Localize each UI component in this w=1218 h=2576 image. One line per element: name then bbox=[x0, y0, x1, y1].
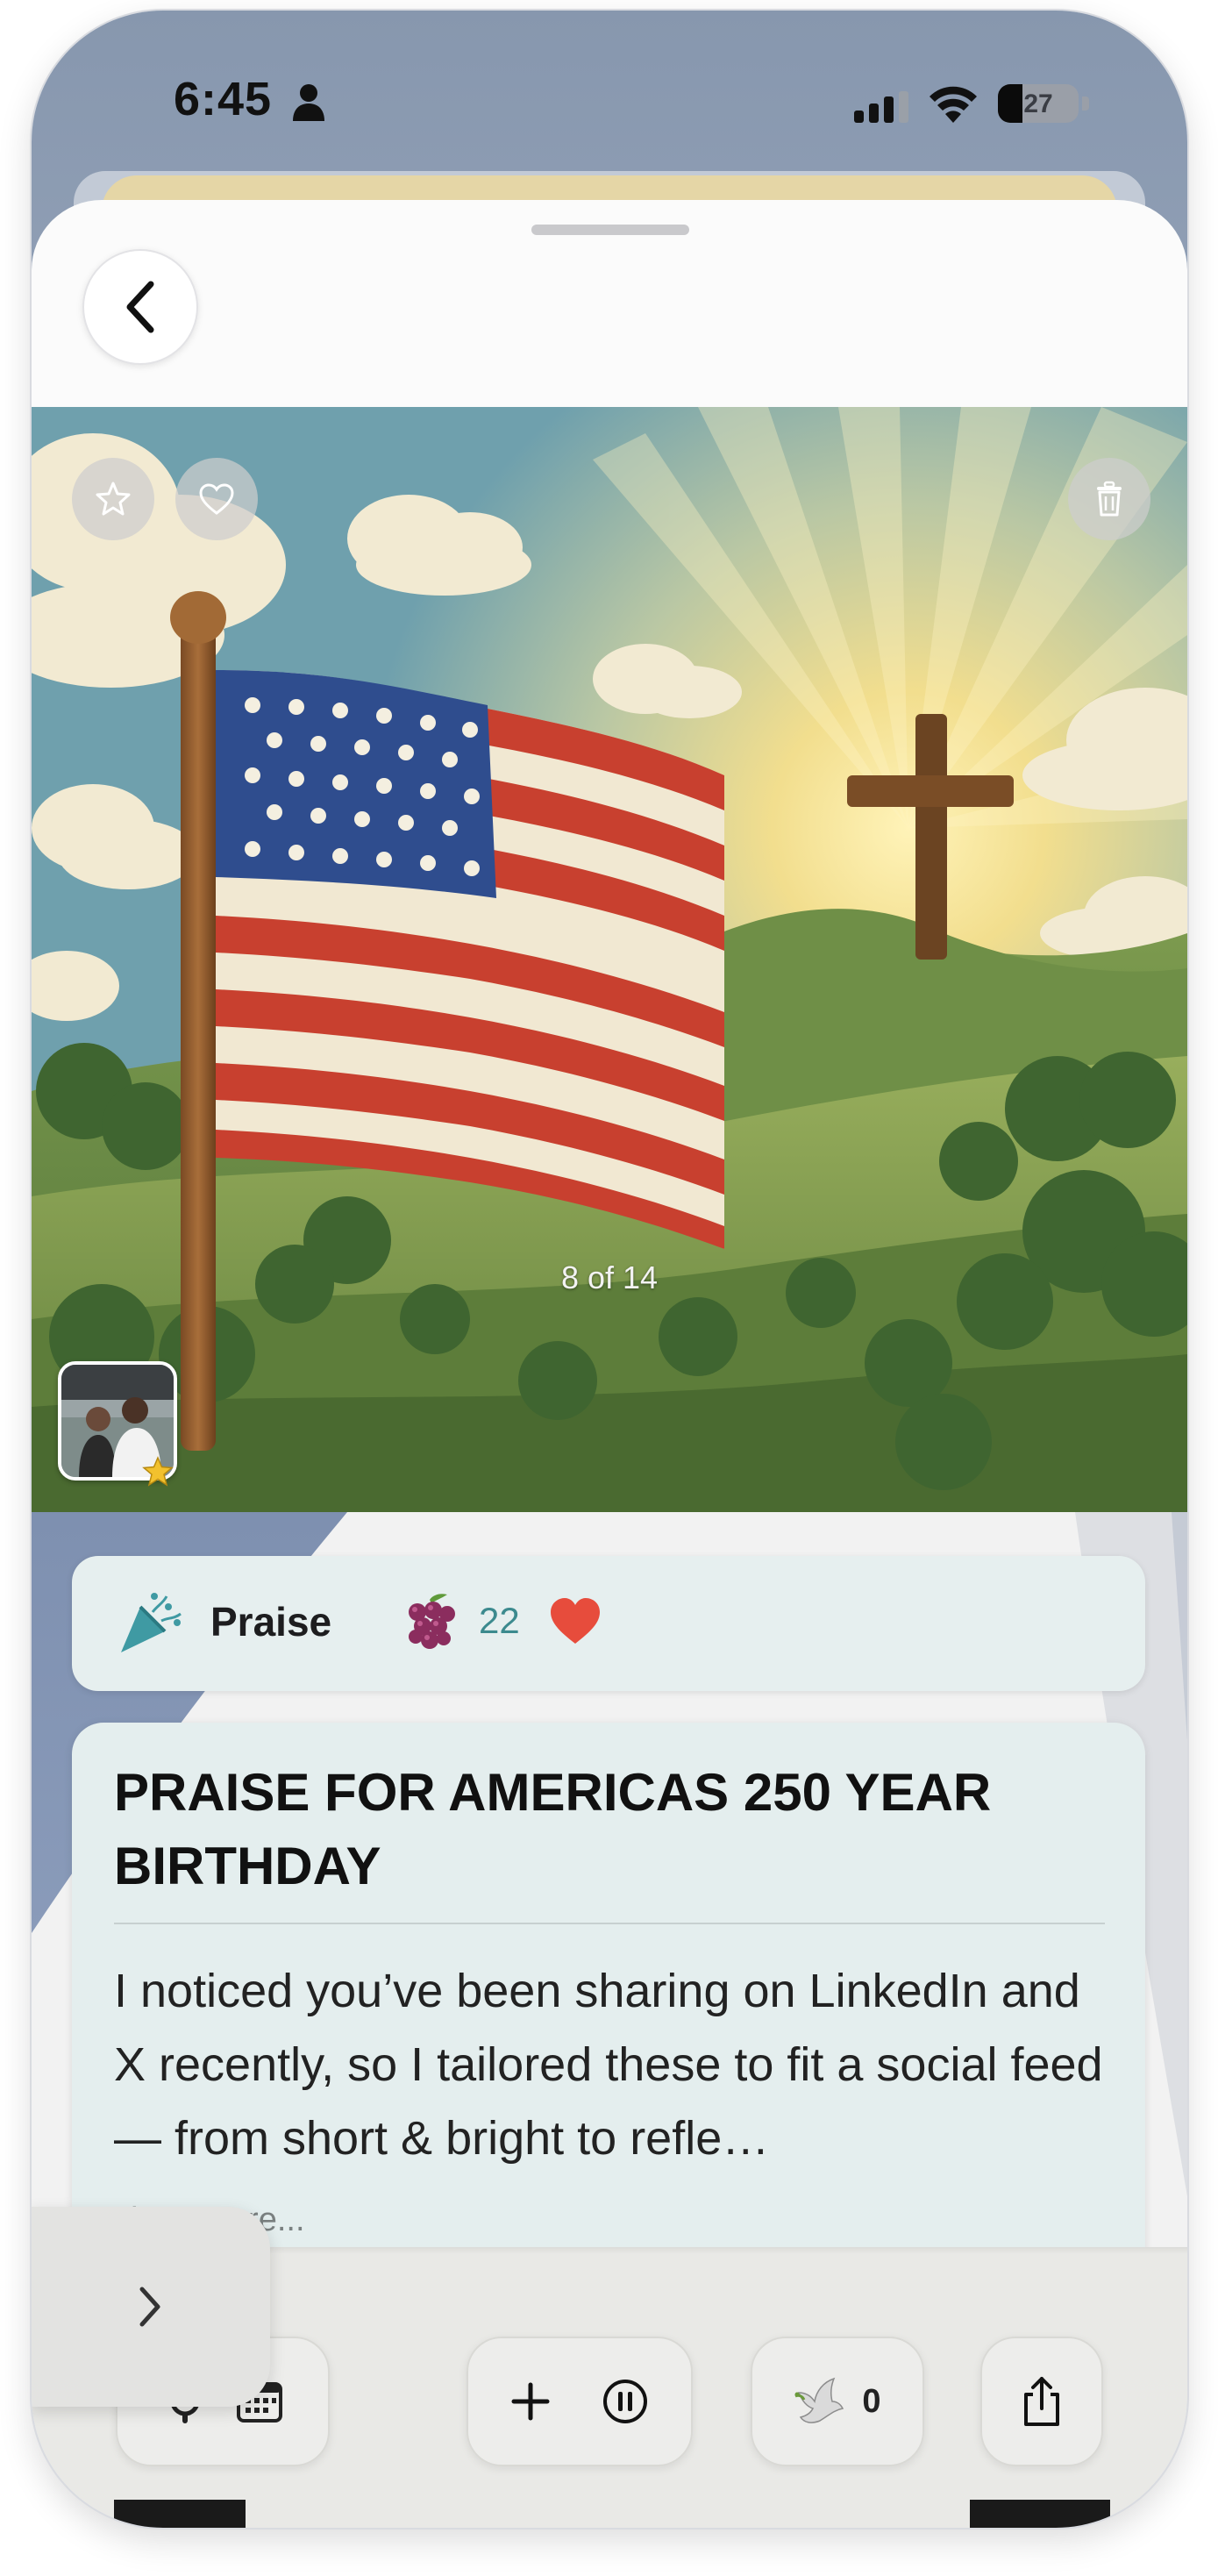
detail-sheet: 8 of 14 Praise 22 PRAISE FOR AMERICAS 25… bbox=[32, 200, 1187, 2528]
heart-icon[interactable] bbox=[549, 1596, 602, 1645]
wifi-icon bbox=[930, 86, 977, 123]
flag-cross-illustration bbox=[32, 407, 1187, 1512]
post-title: PRAISE FOR AMERICAS 250 YEAR BIRTHDAY bbox=[114, 1763, 992, 1895]
category-label: Praise bbox=[210, 1599, 332, 1645]
delete-button[interactable] bbox=[1068, 458, 1150, 540]
praise-count: 22 bbox=[479, 1600, 520, 1641]
title-divider bbox=[114, 1923, 1105, 1924]
status-bar: 6:45 27 bbox=[32, 11, 1187, 186]
trash-icon bbox=[1097, 481, 1122, 517]
expand-panel-button[interactable] bbox=[32, 2207, 270, 2407]
battery-cap bbox=[1082, 96, 1089, 111]
dove-button[interactable]: 0 bbox=[751, 2337, 924, 2466]
sheet-grabber[interactable] bbox=[531, 225, 689, 235]
phone-screen: 6:45 27 8 of 14 Praise 22 PRAISE FOR AME… bbox=[32, 11, 1187, 2528]
star-icon bbox=[96, 482, 131, 516]
dove-icon bbox=[794, 2377, 844, 2423]
like-button[interactable] bbox=[175, 458, 258, 540]
post-body: I noticed you’ve been sharing on LinkedI… bbox=[114, 1965, 1103, 2165]
pause-icon[interactable] bbox=[602, 2378, 649, 2425]
heart-outline-icon bbox=[199, 483, 234, 515]
add-pause-group bbox=[467, 2337, 693, 2466]
grapes-icon bbox=[409, 1594, 455, 1649]
party-popper-icon bbox=[121, 1593, 182, 1652]
favorite-star-button[interactable] bbox=[72, 458, 154, 540]
status-time: 6:45 bbox=[174, 73, 273, 125]
plus-icon[interactable] bbox=[510, 2381, 551, 2422]
share-icon bbox=[1024, 2377, 1059, 2426]
category-card[interactable]: Praise 22 bbox=[72, 1556, 1145, 1691]
image-counter: 8 of 14 bbox=[560, 1259, 659, 1295]
person-icon bbox=[293, 84, 324, 121]
back-button[interactable] bbox=[82, 249, 198, 365]
battery-icon: 27 bbox=[998, 84, 1079, 123]
bottom-edge-decoration bbox=[114, 2500, 1110, 2528]
avatar-star-badge-icon bbox=[142, 1456, 174, 1487]
share-button[interactable] bbox=[980, 2337, 1103, 2466]
signal-icon bbox=[854, 91, 908, 123]
battery-level: 27 bbox=[1023, 89, 1053, 118]
chevron-left-icon bbox=[126, 281, 154, 333]
post-card[interactable]: PRAISE FOR AMERICAS 250 YEAR BIRTHDAY I … bbox=[72, 1723, 1145, 2284]
dove-count: 0 bbox=[862, 2382, 881, 2420]
post-image[interactable]: 8 of 14 bbox=[32, 407, 1187, 1512]
chevron-right-icon bbox=[139, 2287, 160, 2327]
